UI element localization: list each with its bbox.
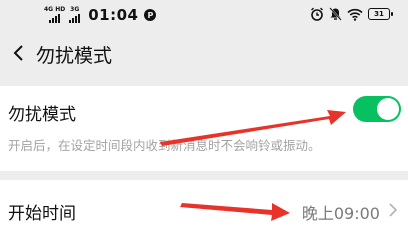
battery-level: 31 bbox=[374, 10, 384, 18]
alarm-icon bbox=[311, 7, 323, 21]
chevron-right-icon bbox=[389, 203, 398, 217]
status-bar: 4G HD 3G 01:04 P 31 bbox=[0, 0, 408, 32]
dnd-setting-card: 勿扰模式 开启后，在设定时间段内收到新消息时不会响铃或振动。 bbox=[0, 86, 408, 171]
dnd-description: 开启后，在设定时间段内收到新消息时不会响铃或振动。 bbox=[8, 138, 321, 153]
start-time-row[interactable]: 开始时间 晚上09:00 bbox=[0, 180, 408, 244]
circle-p-icon: P bbox=[144, 9, 157, 21]
start-time-value: 晚上09:00 bbox=[301, 204, 380, 223]
nav-bar: 勿扰模式 bbox=[0, 34, 408, 74]
start-time-label: 开始时间 bbox=[8, 204, 76, 224]
status-left: 4G HD 3G 01:04 P bbox=[44, 6, 157, 24]
dnd-label: 勿扰模式 bbox=[8, 105, 76, 125]
signal-bars-icon bbox=[69, 14, 81, 23]
network-4g-label: 4G HD bbox=[44, 6, 66, 13]
bell-off-icon bbox=[329, 7, 342, 21]
chevron-left-icon[interactable] bbox=[8, 42, 30, 64]
network-3g-indicator: 3G bbox=[69, 6, 81, 23]
toggle-knob bbox=[377, 98, 399, 120]
network-3g-label: 3G bbox=[70, 6, 80, 13]
network-4g-indicator: 4G HD bbox=[44, 7, 65, 23]
status-right: 31 bbox=[310, 7, 393, 21]
wifi-icon bbox=[347, 8, 363, 21]
dnd-toggle[interactable] bbox=[353, 96, 401, 122]
signal-bars-icon bbox=[49, 14, 61, 23]
battery-indicator: 31 bbox=[368, 8, 393, 20]
page-title: 勿扰模式 bbox=[36, 45, 113, 67]
status-time: 01:04 bbox=[88, 6, 139, 24]
